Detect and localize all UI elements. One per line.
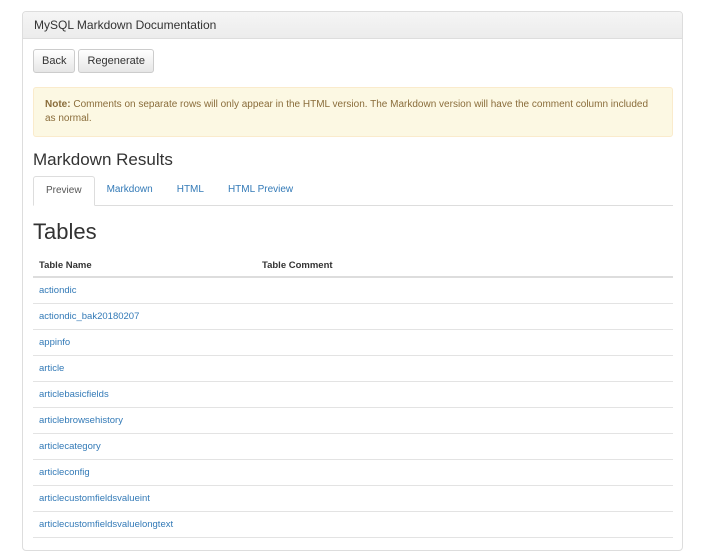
action-buttons: Back Regenerate — [33, 49, 672, 73]
table-name-cell: articlebasicfields — [33, 381, 256, 408]
table-name-cell: appinfo — [33, 329, 256, 356]
back-button[interactable]: Back — [33, 49, 76, 73]
table-row: actiondic_bak20180207 — [33, 303, 673, 330]
table-comment-cell — [256, 485, 673, 512]
table-link[interactable]: articlecategory — [39, 441, 101, 452]
results-title: Markdown Results — [33, 150, 173, 169]
tab-markdown[interactable]: Markdown — [95, 176, 165, 205]
table-row: articlecustomfieldsvalueint — [33, 485, 673, 512]
note-text: Comments on separate rows will only appe… — [45, 99, 649, 124]
tables-table: Table Name Table Comment actiondic actio… — [33, 255, 673, 538]
table-name-cell: articlecustomfieldsvalueint — [33, 485, 256, 512]
table-name-cell: actiondic — [33, 277, 256, 304]
table-comment-cell — [256, 459, 673, 486]
note-alert: Note: Comments on separate rows will onl… — [33, 87, 673, 137]
table-header-row: Table Name Table Comment — [33, 255, 673, 278]
note-label: Note: — [45, 99, 71, 110]
table-comment-cell — [256, 355, 673, 382]
table-link[interactable]: actiondic_bak20180207 — [39, 311, 139, 322]
column-header-table-name: Table Name — [33, 255, 256, 278]
column-header-table-comment: Table Comment — [256, 255, 673, 278]
table-link[interactable]: articlecustomfieldsvaluelongtext — [39, 519, 173, 530]
table-comment-cell — [256, 381, 673, 408]
table-row: articlecategory — [33, 433, 673, 460]
tab-preview[interactable]: Preview — [33, 176, 95, 206]
table-row: actiondic — [33, 277, 673, 304]
table-link[interactable]: articlecustomfieldsvalueint — [39, 493, 150, 504]
table-comment-cell — [256, 277, 673, 304]
table-row: articlebasicfields — [33, 381, 673, 408]
table-comment-cell — [256, 329, 673, 356]
tables-heading: Tables — [33, 219, 97, 244]
table-link[interactable]: articleconfig — [39, 467, 90, 478]
table-link[interactable]: article — [39, 363, 64, 374]
table-name-cell: articlecategory — [33, 433, 256, 460]
tab-html[interactable]: HTML — [165, 176, 216, 205]
tab-html-preview[interactable]: HTML Preview — [216, 176, 305, 205]
table-comment-cell — [256, 433, 673, 460]
table-row: articleconfig — [33, 459, 673, 486]
table-row: appinfo — [33, 329, 673, 356]
table-name-cell: articleconfig — [33, 459, 256, 486]
table-row: article — [33, 355, 673, 382]
table-link[interactable]: appinfo — [39, 337, 70, 348]
table-comment-cell — [256, 303, 673, 330]
panel-body: Back Regenerate Note: Comments on separa… — [23, 49, 682, 538]
documentation-panel: MySQL Markdown Documentation Back Regene… — [22, 11, 683, 551]
regenerate-button[interactable]: Regenerate — [78, 49, 154, 73]
table-row: articlebrowsehistory — [33, 407, 673, 434]
table-link[interactable]: actiondic — [39, 285, 77, 296]
table-comment-cell — [256, 407, 673, 434]
table-name-cell: actiondic_bak20180207 — [33, 303, 256, 330]
table-name-cell: article — [33, 355, 256, 382]
results-tabs: Preview Markdown HTML HTML Preview — [33, 176, 673, 206]
table-link[interactable]: articlebasicfields — [39, 389, 109, 400]
table-name-cell: articlebrowsehistory — [33, 407, 256, 434]
table-link[interactable]: articlebrowsehistory — [39, 415, 123, 426]
panel-title: MySQL Markdown Documentation — [23, 12, 682, 39]
